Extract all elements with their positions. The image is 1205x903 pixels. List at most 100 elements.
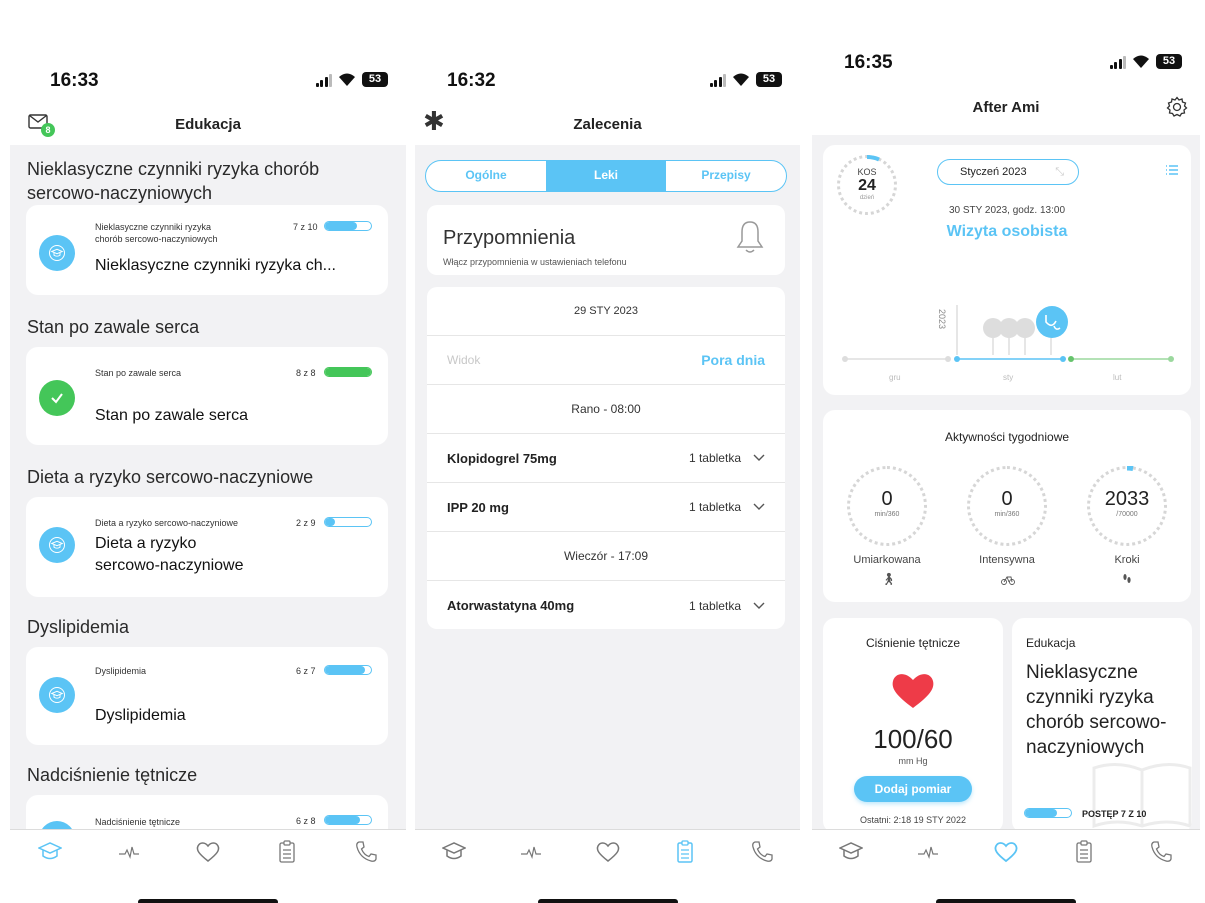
tab-bar [10, 829, 406, 873]
tab-heart-icon[interactable] [193, 837, 223, 867]
home-indicator[interactable] [537, 899, 678, 903]
list-icon[interactable] [1165, 163, 1179, 181]
collapse-arrows-icon[interactable]: ⤡ [1055, 160, 1064, 184]
reminders-subtitle: Włącz przypomnienia w ustawieniach telef… [443, 257, 627, 267]
chevron-down-icon[interactable] [753, 503, 765, 511]
section-title: Nadciśnienie tętnicze [27, 765, 198, 785]
chevron-down-icon[interactable] [753, 454, 765, 462]
medicine-name: Atorwastatyna 40mg [447, 598, 575, 613]
bell-icon[interactable] [735, 219, 765, 260]
tab-clipboard-icon[interactable] [670, 837, 700, 867]
medicine-name: IPP 20 mg [447, 499, 509, 515]
home-indicator[interactable] [936, 899, 1076, 903]
medicine-dose: 1 tabletka [688, 500, 741, 514]
graduation-cap-icon [39, 527, 75, 563]
mail-icon[interactable]: 8 [28, 114, 55, 137]
card-subtitle: Nieklasyczne czynniki ryzyka chorób serco… [95, 222, 218, 244]
progress-bar [324, 367, 372, 377]
education-card[interactable]: Nieklasyczne czynniki ryzyka chorób serco… [26, 205, 388, 295]
card-title: Nieklasyczne czynniki ryzyka ch... [95, 257, 336, 274]
status-time: 16:35 [844, 52, 893, 73]
tab-clipboard-icon[interactable] [272, 837, 302, 867]
date-label: 29 STY 2023 [573, 305, 638, 317]
blood-pressure-card[interactable]: Ciśnienie tętnicze 100/60 mm Hg Dodaj po… [823, 618, 1003, 833]
education-card[interactable]: Nadciśnienie tętnicze 6 z 8 [26, 795, 388, 829]
progress-bar [324, 665, 372, 675]
kos-counter: KOS 24 dzień [857, 167, 877, 201]
graduation-cap-icon [39, 235, 75, 271]
view-row[interactable]: Widok Pora dnia [427, 336, 785, 385]
tab-heart-icon[interactable] [991, 837, 1021, 867]
status-bar: 16:35 53 [812, 52, 1200, 76]
progress-bar [324, 221, 372, 231]
page-header: After Ami [812, 89, 1200, 125]
tab-heart-icon[interactable] [593, 837, 623, 867]
page-header: Edukacja [10, 106, 406, 142]
tab-bar [415, 829, 800, 873]
tab-phone-icon[interactable] [747, 837, 777, 867]
steps-value: 2033 /70000 [1104, 488, 1150, 518]
page-header: Zalecenia [415, 106, 800, 142]
page-title: After Ami [972, 98, 1040, 116]
tab-medicines[interactable]: Leki [546, 161, 666, 191]
edu-progress-bar [1024, 808, 1072, 818]
month-picker[interactable]: Styczeń 2023 ⤡ [937, 159, 1079, 185]
wifi-icon [733, 73, 749, 86]
education-card[interactable]: Dieta a ryzyko sercowo-naczyniowe 2 z 9 … [26, 497, 388, 597]
weekly-activity-card[interactable]: Aktywności tygodniowe 0 min/360 0 min/36… [823, 410, 1191, 602]
graduation-cap-icon [39, 821, 75, 829]
tab-phone-icon[interactable] [1146, 837, 1176, 867]
battery-icon: 53 [756, 72, 782, 87]
status-bar: 16:32 53 [415, 70, 800, 94]
tab-pulse-icon[interactable] [913, 837, 943, 867]
steps-label: Kroki [1114, 554, 1140, 566]
reminders-card[interactable]: Przypomnienia Włącz przypomnienia w usta… [427, 205, 785, 275]
wifi-icon [1133, 55, 1149, 68]
timeline-month: sty [1003, 373, 1014, 382]
visit-title[interactable]: Wizyta osobista [823, 223, 1191, 241]
edu-topic: Nieklasyczne czynniki ryzyka chorób serc… [1026, 662, 1167, 758]
progress-count: 2 z 9 [296, 518, 316, 528]
home-indicator[interactable] [138, 899, 278, 903]
progress-count: 8 z 8 [296, 368, 316, 378]
progress-bar [324, 517, 372, 527]
tab-phone-icon[interactable] [351, 837, 381, 867]
add-measurement-button[interactable]: Dodaj pomiar [854, 776, 972, 802]
medicine-row[interactable]: IPP 20 mg 1 tabletka [427, 483, 785, 532]
view-value[interactable]: Pora dnia [701, 352, 765, 368]
battery-icon: 53 [362, 72, 388, 87]
tab-pulse-icon[interactable] [516, 837, 546, 867]
tab-education-icon[interactable] [836, 837, 866, 867]
bp-value: 100/60 [873, 724, 953, 754]
visit-date: 30 STY 2023, godz. 13:00 [948, 205, 1065, 216]
tab-education-icon[interactable] [439, 837, 469, 867]
battery-icon: 53 [1156, 54, 1182, 69]
time-of-day-row: Wieczór - 17:09 [427, 532, 785, 581]
tab-education-icon[interactable] [35, 837, 65, 867]
education-summary-card[interactable]: Edukacja Nieklasyczne czynniki ryzyka ch… [1012, 618, 1192, 833]
visit-card[interactable]: KOS 24 dzień Styczeń 2023 ⤡ 30 STY 2023,… [823, 145, 1191, 395]
bp-unit: mm Hg [898, 756, 928, 766]
section-title: Nieklasyczne czynniki ryzyka chorób serc… [27, 159, 320, 203]
card-subtitle: Dyslipidemia [95, 666, 147, 676]
page-title: Zalecenia [573, 115, 642, 133]
education-card[interactable]: Stan po zawale serca 8 z 8 Stan po zawal… [26, 347, 388, 445]
section-title: Dyslipidemia [27, 617, 130, 637]
settings-gear-icon[interactable] [1166, 96, 1188, 123]
timeline-year: 2023 [937, 309, 947, 330]
stethoscope-icon[interactable] [1036, 306, 1068, 338]
chevron-down-icon[interactable] [753, 602, 765, 610]
tab-general[interactable]: Ogólne [426, 161, 546, 191]
bp-title: Ciśnienie tętnicze [865, 636, 961, 650]
medicine-row[interactable]: Klopidogrel 75mg 1 tabletka [427, 434, 785, 483]
edu-title: Edukacja [1026, 636, 1076, 650]
education-card[interactable]: Dyslipidemia 6 z 7 Dyslipidemia [26, 647, 388, 745]
tab-clipboard-icon[interactable] [1069, 837, 1099, 867]
phone-recommendations: 16:32 53 ✱ Zalecenia Ogólne Leki Przepis… [415, 0, 800, 903]
tab-pulse-icon[interactable] [114, 837, 144, 867]
tab-recipes[interactable]: Przepisy [666, 161, 786, 191]
progress-count: 6 z 8 [296, 816, 316, 826]
card-title: Stan po zawale serca [95, 407, 248, 424]
medicine-dose: 1 tabletka [688, 451, 741, 465]
medicine-row[interactable]: Atorwastatyna 40mg 1 tabletka [427, 581, 785, 629]
